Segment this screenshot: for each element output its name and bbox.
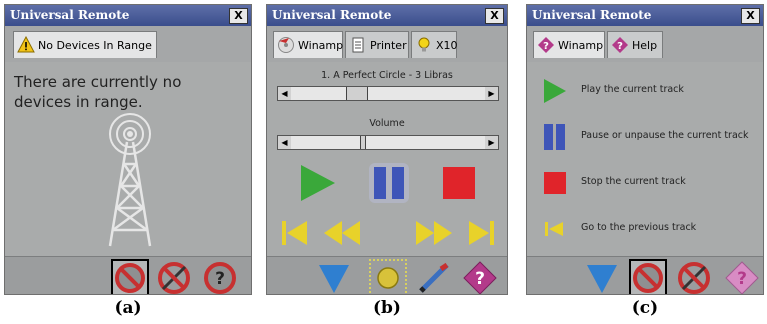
help-icon: ? (538, 37, 554, 53)
scroll-left-arrow[interactable]: ◀ (278, 136, 291, 149)
help-icon[interactable]: ? (725, 261, 759, 295)
track-title: 1. A Perfect Circle - 3 Libras (321, 70, 453, 81)
help-text: Stop the current track (581, 176, 686, 187)
help-icon[interactable]: ? (463, 261, 497, 295)
cancel-pen-icon[interactable] (677, 261, 711, 295)
tab-label: Printer (370, 39, 407, 52)
svg-text:?: ? (737, 269, 747, 289)
lightbulb-icon (418, 37, 430, 52)
window-title: Universal Remote (267, 5, 507, 26)
tab-x10[interactable]: X10 (411, 31, 458, 58)
panel-winamp-help: Universal Remote X ? Winamp ? Help Play … (526, 4, 764, 295)
pen-icon[interactable] (417, 261, 451, 295)
tab-label: Help (632, 39, 658, 52)
close-button[interactable]: X (229, 8, 248, 24)
disconnect-icon[interactable] (629, 259, 667, 295)
tab-bar: Winamp Printer X10 (267, 26, 507, 63)
tab-winamp[interactable]: ? Winamp (533, 31, 605, 58)
svg-text:?: ? (543, 41, 549, 52)
next-track-icon[interactable] (467, 220, 495, 246)
help-text: Play the current track (581, 84, 684, 95)
slider-thumb[interactable] (360, 136, 366, 149)
help-text: Pause or unpause the current track (581, 130, 749, 141)
scroll-left-arrow[interactable]: ◀ (278, 87, 291, 100)
previous-track-icon[interactable] (281, 220, 309, 246)
tab-printer[interactable]: Printer (345, 31, 409, 58)
help-row-stop: Stop the current track (539, 168, 761, 198)
window-title: Universal Remote (527, 5, 763, 26)
content-area: There are currently no devices in range. (5, 62, 251, 256)
no-devices-message: There are currently no devices in range. (14, 73, 182, 111)
down-arrow-icon[interactable] (317, 261, 351, 295)
bottom-toolbar: ? (5, 256, 251, 294)
tab-label: Winamp (298, 39, 344, 52)
panel-winamp-controls: Universal Remote X Winamp Printer X10 1.… (266, 4, 508, 295)
fast-forward-icon[interactable] (415, 220, 453, 246)
svg-text:?: ? (215, 269, 225, 289)
close-button[interactable]: X (485, 8, 504, 24)
tab-help[interactable]: ? Help (607, 31, 663, 58)
disconnect-icon[interactable] (111, 259, 149, 295)
connect-icon[interactable] (369, 259, 407, 295)
pause-icon[interactable] (369, 163, 409, 203)
bottom-toolbar: ? (527, 256, 763, 294)
cancel-pen-icon[interactable] (157, 261, 191, 295)
play-icon[interactable] (297, 163, 337, 203)
tab-winamp[interactable]: Winamp (273, 31, 343, 58)
caption-a: (a) (114, 298, 142, 318)
svg-text:?: ? (475, 269, 485, 289)
winamp-icon (278, 37, 294, 53)
down-arrow-icon[interactable] (585, 261, 619, 295)
tab-bar: No Devices In Range (5, 26, 251, 63)
pause-icon (544, 124, 565, 150)
scroll-right-arrow[interactable]: ▶ (485, 136, 498, 149)
warning-icon (17, 36, 35, 53)
play-icon (544, 79, 566, 103)
scroll-right-arrow[interactable]: ▶ (485, 87, 498, 100)
tab-label: Winamp (558, 39, 604, 52)
help-row-previous: Go to the previous track (539, 214, 761, 244)
help-icon: ? (612, 37, 628, 53)
volume-label: Volume (369, 118, 405, 129)
slider-thumb[interactable] (346, 87, 368, 100)
content-area: Play the current track Pause or unpause … (527, 62, 763, 256)
panel-no-devices: Universal Remote X No Devices In Range T… (4, 4, 252, 295)
close-button[interactable]: X (741, 8, 760, 24)
svg-text:?: ? (617, 41, 623, 52)
previous-track-icon (545, 222, 563, 236)
caption-c: (c) (631, 298, 659, 318)
tab-no-devices[interactable]: No Devices In Range (13, 31, 157, 58)
rewind-icon[interactable] (323, 220, 361, 246)
caption-b: (b) (373, 298, 401, 318)
bottom-toolbar: ? (267, 256, 507, 294)
tab-label: No Devices In Range (38, 39, 152, 52)
help-row-play: Play the current track (539, 76, 761, 106)
help-text: Go to the previous track (581, 222, 697, 233)
help-disabled-icon[interactable]: ? (203, 261, 237, 295)
content-area: 1. A Perfect Circle - 3 Libras ◀ ▶ Volum… (267, 62, 507, 256)
stop-icon (544, 172, 566, 194)
window-title: Universal Remote (5, 5, 251, 26)
help-row-pause: Pause or unpause the current track (539, 122, 761, 152)
tab-bar: ? Winamp ? Help (527, 26, 763, 63)
stop-icon[interactable] (441, 165, 477, 201)
tab-label: X10 (436, 39, 458, 52)
printer-icon (352, 37, 364, 53)
volume-slider[interactable]: ◀ ▶ (277, 135, 499, 150)
track-position-slider[interactable]: ◀ ▶ (277, 86, 499, 101)
radio-tower-icon (108, 113, 152, 247)
